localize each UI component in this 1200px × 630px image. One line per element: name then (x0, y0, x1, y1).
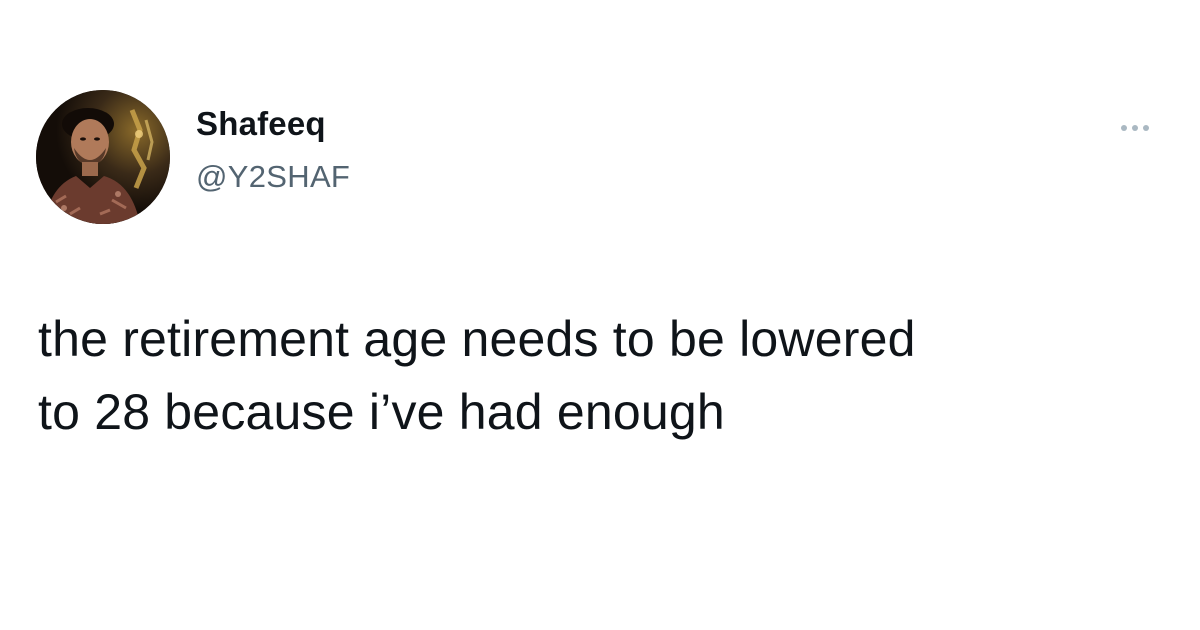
tweet-card: Shafeeq @Y2SHAF the retirement age needs… (0, 0, 1200, 630)
user-handle[interactable]: @Y2SHAF (196, 158, 350, 196)
profile-photo-icon (36, 90, 170, 224)
more-options-button[interactable] (1110, 116, 1160, 140)
tweet-text: the retirement age needs to be lowered t… (38, 303, 1168, 449)
display-name[interactable]: Shafeeq (196, 104, 350, 144)
more-horizontal-icon (1121, 125, 1127, 131)
tweet-text-line: to 28 because i’ve had enough (38, 384, 725, 440)
tweet-text-line: the retirement age needs to be lowered (38, 311, 916, 367)
author-block: Shafeeq @Y2SHAF (196, 104, 350, 196)
more-horizontal-icon (1143, 125, 1149, 131)
more-horizontal-icon (1132, 125, 1138, 131)
avatar[interactable] (36, 90, 170, 224)
